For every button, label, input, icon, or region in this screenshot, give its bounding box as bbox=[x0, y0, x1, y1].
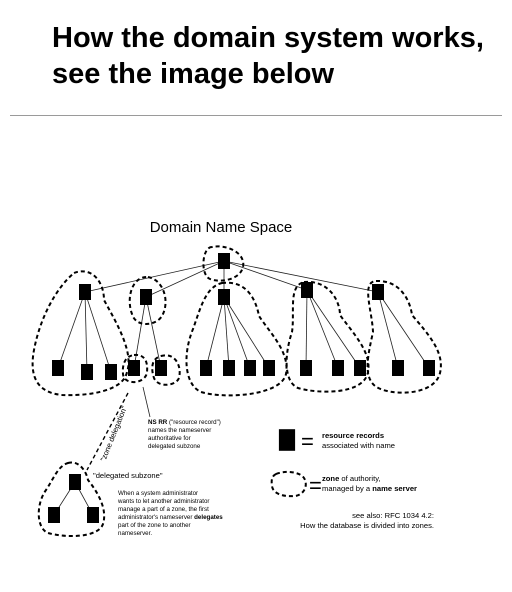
admin-note-delegates: delegates bbox=[194, 514, 223, 521]
rr-node-icon bbox=[87, 507, 99, 523]
rr-node-icon bbox=[423, 360, 435, 376]
legend-zone-icon bbox=[270, 470, 307, 498]
rr-node-icon bbox=[300, 360, 312, 376]
legend-records-sub: associated with name bbox=[322, 441, 395, 450]
domain-name-space-diagram: Domain Name Space NS RR ("resource recor… bbox=[31, 219, 442, 537]
ns-note-bold: NS RR bbox=[148, 419, 168, 426]
legend-zone-title: zone of authority, bbox=[322, 474, 381, 483]
ns-note: NS RR ("resource record") names the name… bbox=[148, 419, 223, 450]
rr-node-icon bbox=[140, 289, 152, 305]
admin-note-line2: wants to let another administrator bbox=[117, 498, 209, 505]
admin-note: When a system administrator wants to let… bbox=[117, 490, 224, 537]
rr-node-icon bbox=[218, 289, 230, 305]
rr-node-icon bbox=[81, 364, 93, 380]
ns-note-line1: ("resource record") bbox=[167, 419, 221, 426]
legend-zone-equals: = bbox=[309, 473, 322, 498]
legend-records-equals: = bbox=[301, 429, 314, 454]
admin-note-line4: administrator's nameserver bbox=[118, 514, 194, 521]
rr-node-icon bbox=[69, 474, 81, 490]
rr-node-icon bbox=[79, 284, 91, 300]
ns-note-line3: authoritative for bbox=[148, 435, 191, 442]
admin-note-line6: nameserver. bbox=[118, 530, 152, 537]
rr-node-icon bbox=[105, 364, 117, 380]
ns-note-line2: names the nameserver bbox=[148, 427, 211, 434]
admin-note-line1: When a system administrator bbox=[118, 490, 198, 497]
rr-node-icon bbox=[244, 360, 256, 376]
rr-node-icon bbox=[200, 360, 212, 376]
rr-node-icon bbox=[392, 360, 404, 376]
rr-node-icon bbox=[52, 360, 64, 376]
rr-node-icon bbox=[155, 360, 167, 376]
rr-node-icon bbox=[48, 507, 60, 523]
admin-note-line3: manage a part of a zone, the first bbox=[118, 506, 209, 513]
admin-note-line5: part of the zone to another bbox=[118, 522, 191, 529]
reference-line-1: see also: RFC 1034 4.2: bbox=[352, 511, 434, 520]
rr-node-icon bbox=[223, 360, 235, 376]
rr-node-icon bbox=[354, 360, 366, 376]
zone-middle bbox=[185, 281, 288, 397]
rr-node-icon bbox=[372, 284, 384, 300]
legend: = resource records associated with name … bbox=[270, 429, 417, 498]
delegated-subzone-label: "delegated subzone" bbox=[93, 471, 163, 480]
legend-zone-sub: managed by a name server bbox=[322, 484, 417, 493]
rr-root-icon bbox=[218, 253, 230, 269]
reference-line-2: How the database is divided into zones. bbox=[300, 521, 434, 530]
rr-node-icon bbox=[128, 360, 140, 376]
legend-records-title: resource records bbox=[322, 431, 384, 440]
ns-note-connector bbox=[142, 386, 151, 418]
zone-delegation-label: "zone delegation" bbox=[99, 404, 130, 462]
legend-record-icon bbox=[278, 429, 296, 451]
rr-node-icon bbox=[332, 360, 344, 376]
rr-node-icon bbox=[301, 282, 313, 298]
ns-note-line4: delegated subzone bbox=[148, 443, 201, 450]
rr-node-icon bbox=[263, 360, 275, 376]
diagram-title: Domain Name Space bbox=[150, 219, 293, 236]
